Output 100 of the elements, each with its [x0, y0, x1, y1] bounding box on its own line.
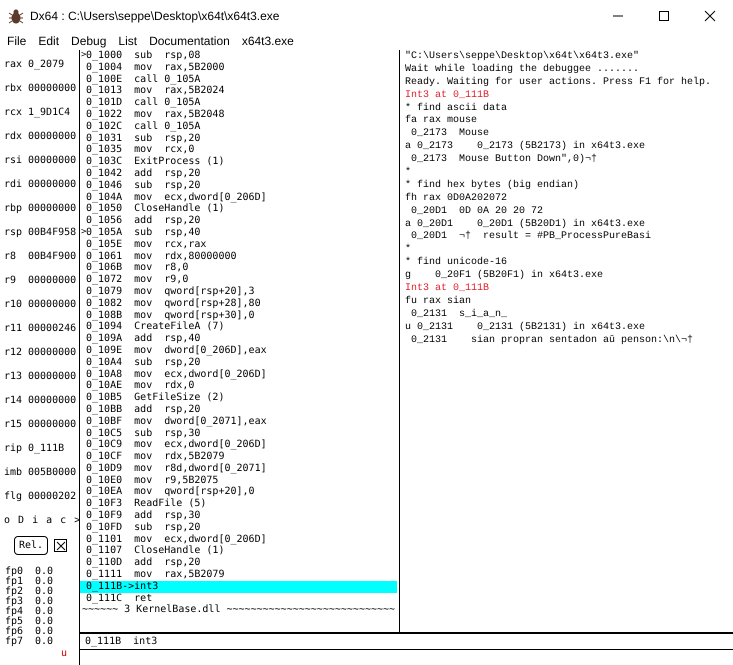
- instruction-line[interactable]: 0_1111 mov rax,5B2079: [80, 569, 397, 581]
- fpu-register-name: fp7: [5, 637, 24, 647]
- instruction-line[interactable]: 0_111C ret: [80, 592, 397, 604]
- instruction-line[interactable]: 0_1031 sub rsp,20: [80, 132, 397, 144]
- instruction-line[interactable]: 0_10FD sub rsp,20: [80, 522, 397, 534]
- register-value: 00000000: [28, 274, 76, 286]
- fpu-register-value: 0.0: [35, 617, 54, 627]
- register-value: 00000000: [28, 130, 76, 142]
- menu-item[interactable]: x64t3.exe: [236, 34, 300, 48]
- menu-item[interactable]: Debug: [65, 34, 112, 48]
- instruction-line[interactable]: 0_1046 sub rsp,20: [80, 180, 397, 192]
- beetle-icon: [8, 8, 24, 24]
- instruction-line[interactable]: 0_10B5 GetFileSize (2): [80, 392, 397, 404]
- instruction-line[interactable]: 0_100E call 0_105A: [80, 74, 397, 86]
- instruction-line[interactable]: >0_1000 sub rsp,08: [80, 50, 397, 62]
- fpu-register-name: fp0: [5, 567, 24, 577]
- instruction-line[interactable]: 0_1004 mov rax,5B2000: [80, 62, 397, 74]
- console-line: *: [405, 244, 412, 256]
- register-name: rsp: [4, 226, 24, 238]
- instruction-line[interactable]: 0_1107 CloseHandle (1): [80, 545, 397, 558]
- instruction-line[interactable]: 0_1013 mov rax,5B2024: [80, 85, 397, 98]
- instruction-line[interactable]: 0_10AE mov rdx,0: [80, 380, 397, 392]
- instruction-line[interactable]: 0_10E0 mov r9,5B2075: [80, 474, 397, 486]
- console-line: 0_20D1 0D 0A 20 20 72: [410, 206, 544, 218]
- instruction-line[interactable]: 0_106B mov r8,0: [80, 262, 397, 274]
- instruction-line[interactable]: 0_1072 mov r9,0: [80, 274, 397, 286]
- menu-item[interactable]: Edit: [32, 34, 66, 48]
- instruction-line[interactable]: 0_10CF mov rdx,5B2079: [80, 451, 397, 463]
- console-line: 0_20D1 ¬† result = #PB_ProcessPureBasi: [410, 231, 652, 244]
- instruction-line[interactable]: 0_110D add rsp,20: [80, 557, 397, 570]
- instruction-line[interactable]: 0_1094 CreateFileA (7): [80, 321, 397, 334]
- window-title: Dx64 : C:\Users\seppe\Desktop\x64t\x64t3.exe: [30, 9, 280, 23]
- instruction-line[interactable]: 0_108B mov qword[rsp+30],0: [80, 310, 397, 322]
- console-line: * find hex bytes (big endian): [405, 180, 580, 192]
- instruction-line[interactable]: 0_10C9 mov ecx,dword[0_206D]: [80, 439, 397, 452]
- event-message: Int3 at 0_111B: [405, 283, 490, 296]
- instruction-line[interactable]: 0_10F3 ReadFile (5): [80, 498, 397, 510]
- instruction-line[interactable]: 0_102C call 0_105A: [80, 120, 397, 133]
- console-line: * find ascii data: [405, 102, 508, 114]
- register-name: r11: [4, 322, 24, 334]
- register-value: 0_111B: [28, 442, 64, 454]
- register-name: r8: [4, 250, 18, 262]
- console-line: 0_2131 sian propran sentadon aŭ penson:\n\¬†: [410, 334, 694, 348]
- register-value: 00000000: [28, 154, 76, 166]
- rel-button[interactable]: Rel.: [14, 536, 48, 555]
- fpu-register-value: 0.0: [35, 577, 54, 587]
- instruction-line[interactable]: 0_1042 add rsp,20: [80, 168, 397, 180]
- instruction-line[interactable]: 0_109A add rsp,40: [80, 333, 397, 345]
- register-name: rbx: [4, 82, 24, 94]
- instruction-line[interactable]: 0_10A4 sub rsp,20: [80, 356, 397, 369]
- console-line: fa rax mouse: [405, 115, 478, 128]
- instruction-line[interactable]: 0_1056 add rsp,20: [80, 215, 397, 227]
- register-name: r14: [4, 394, 24, 406]
- instruction-line[interactable]: 0_10BF mov dword[0_2071],eax: [80, 416, 397, 428]
- instruction-line[interactable]: 0_10EA mov qword[rsp+20],0: [80, 486, 397, 498]
- instruction-line[interactable]: 0_105E mov rcx,rax: [80, 238, 397, 251]
- register-value: 1_9D1C4: [28, 106, 70, 118]
- instruction-line[interactable]: 0_1050 CloseHandle (1): [80, 203, 397, 216]
- register-name: rdi: [4, 178, 24, 190]
- instruction-line[interactable]: 0_104A mov ecx,dword[0_206D]: [80, 192, 397, 204]
- instruction-line[interactable]: 0_1022 mov rax,5B2048: [80, 108, 397, 121]
- console-line: *: [405, 167, 412, 180]
- instruction-line[interactable]: 0_109E mov dword[0_206D],eax: [80, 344, 397, 357]
- register-value: 00000000: [28, 202, 76, 214]
- console-line: a 0_20D1 0_20D1 (5B20D1) in x64t3.exe: [405, 218, 646, 230]
- register-name: rax: [4, 58, 24, 70]
- instruction-line[interactable]: 0_10D9 mov r8d,dword[0_2071]: [80, 462, 397, 475]
- console-line: Wait while loading the debuggee .......: [405, 64, 640, 76]
- instruction-line[interactable]: 0_10A8 mov ecx,dword[0_206D]: [80, 368, 397, 380]
- checkbox[interactable]: [54, 539, 68, 552]
- register-value: 00000246: [28, 322, 76, 334]
- instruction-line[interactable]: 0_103C ExitProcess (1): [80, 156, 397, 168]
- instruction-line[interactable]: 0_1079 mov qword[rsp+20],3: [80, 286, 397, 298]
- instruction-line[interactable]: >0_105A sub rsp,40: [80, 226, 397, 239]
- register-name: rip: [4, 442, 24, 454]
- register-value: 0_2079: [28, 58, 64, 70]
- instruction-line[interactable]: 0_10F9 add rsp,30: [80, 510, 397, 522]
- console-line: g 0_20F1 (5B20F1) in x64t3.exe: [405, 270, 604, 283]
- instruction-line[interactable]: 0_10C5 sub rsp,30: [80, 428, 397, 440]
- register-value: 00000000: [28, 298, 76, 310]
- close-icon: [704, 10, 716, 22]
- menu-item[interactable]: List: [112, 34, 144, 48]
- menu-item[interactable]: File: [1, 34, 32, 48]
- module-separator: ~~~~~~ 3 KernelBase.dll ~~~~~~~~~~~~~~~~~~~~~~~~~~~~: [81, 604, 396, 616]
- register-name: imb: [4, 466, 24, 478]
- fpu-register-name: fp1: [5, 577, 24, 587]
- register-name: rcx: [4, 106, 24, 118]
- instruction-line[interactable]: 0_10BB add rsp,20: [80, 404, 397, 416]
- instruction-line[interactable]: 0_1082 mov qword[rsp+28],80: [80, 298, 397, 310]
- menu-item[interactable]: Documentation: [143, 34, 236, 48]
- instruction-line[interactable]: 0_1061 mov rdx,80000000: [80, 250, 397, 262]
- instruction-line[interactable]: 0_101D call 0_105A: [80, 97, 397, 109]
- fpu-register-name: fp4: [5, 607, 24, 617]
- breakpoint-marker: >: [80, 50, 86, 62]
- instruction-line[interactable]: 0_1035 mov rcx,0: [80, 144, 397, 156]
- register-value: 00000202: [28, 490, 76, 502]
- fpu-register-value: 0.0: [35, 567, 54, 577]
- console-line: "C:\Users\seppe\Desktop\x64t\x64t3.exe": [405, 51, 640, 64]
- instruction-line[interactable]: 0_1101 mov ecx,dword[0_206D]: [80, 534, 397, 546]
- register-name: rbp: [4, 202, 24, 214]
